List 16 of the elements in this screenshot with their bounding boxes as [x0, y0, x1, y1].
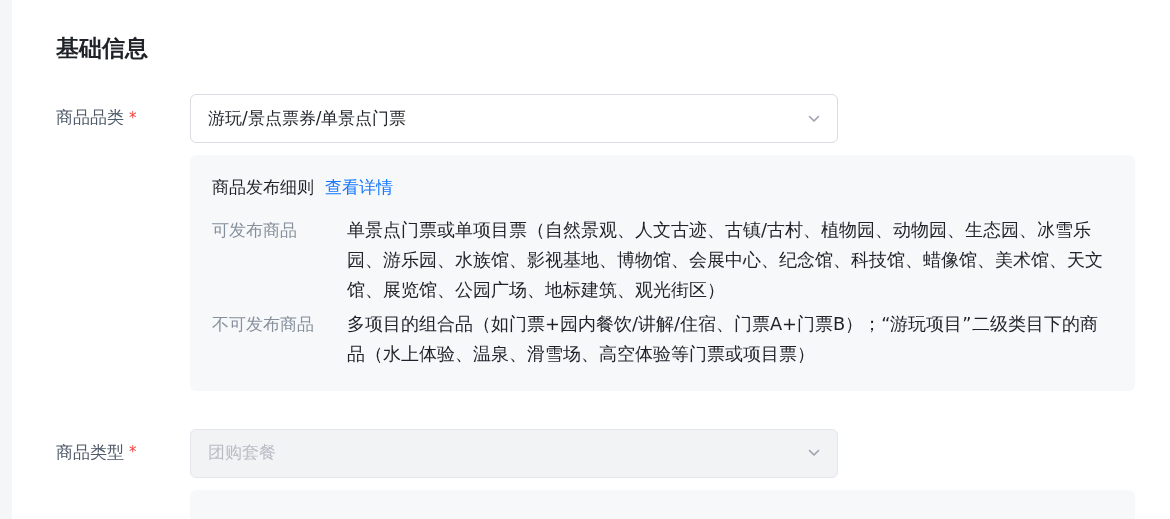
rule-label: 不可发布商品 — [212, 312, 315, 336]
chevron-down-icon — [808, 114, 820, 123]
rules-title: 商品发布细则 — [212, 176, 314, 199]
required-mark: * — [129, 442, 137, 464]
section-title: 基础信息 — [56, 34, 148, 63]
field-label: 商品类型 — [56, 440, 124, 464]
chevron-down-icon — [808, 449, 820, 457]
field-label: 商品品类 — [56, 106, 124, 130]
rule-text: 多项目的组合品（如门票+园内餐饮/讲解/住宿、门票A+门票B）；“游玩项目”二级类目下的商品（水上体验、温泉、滑雪场、高空体验等门票或项目票） — [347, 311, 1099, 366]
select-value: 游玩/景点票券/单景点门票 — [208, 106, 407, 130]
select-field[interactable]: 游玩/景点票券/单景点门票 — [190, 94, 838, 143]
rule-label: 可发布商品 — [212, 218, 298, 242]
view-details-link[interactable]: 查看详情 — [325, 175, 393, 201]
select-value: 团购套餐 — [208, 441, 276, 465]
rule-text: 单景点门票或单项目票（自然景观、人文古迹、古镇/古村、植物园、动物园、生态园、冰雪乐园、游乐园、水族馆、影视基地、博物馆、会展中心、纪念馆、科技馆、蜡像馆、美术馆、天文馆、展览馆、公园广场、地标建筑、观光街区） — [347, 217, 1104, 302]
required-mark: * — [129, 107, 137, 129]
